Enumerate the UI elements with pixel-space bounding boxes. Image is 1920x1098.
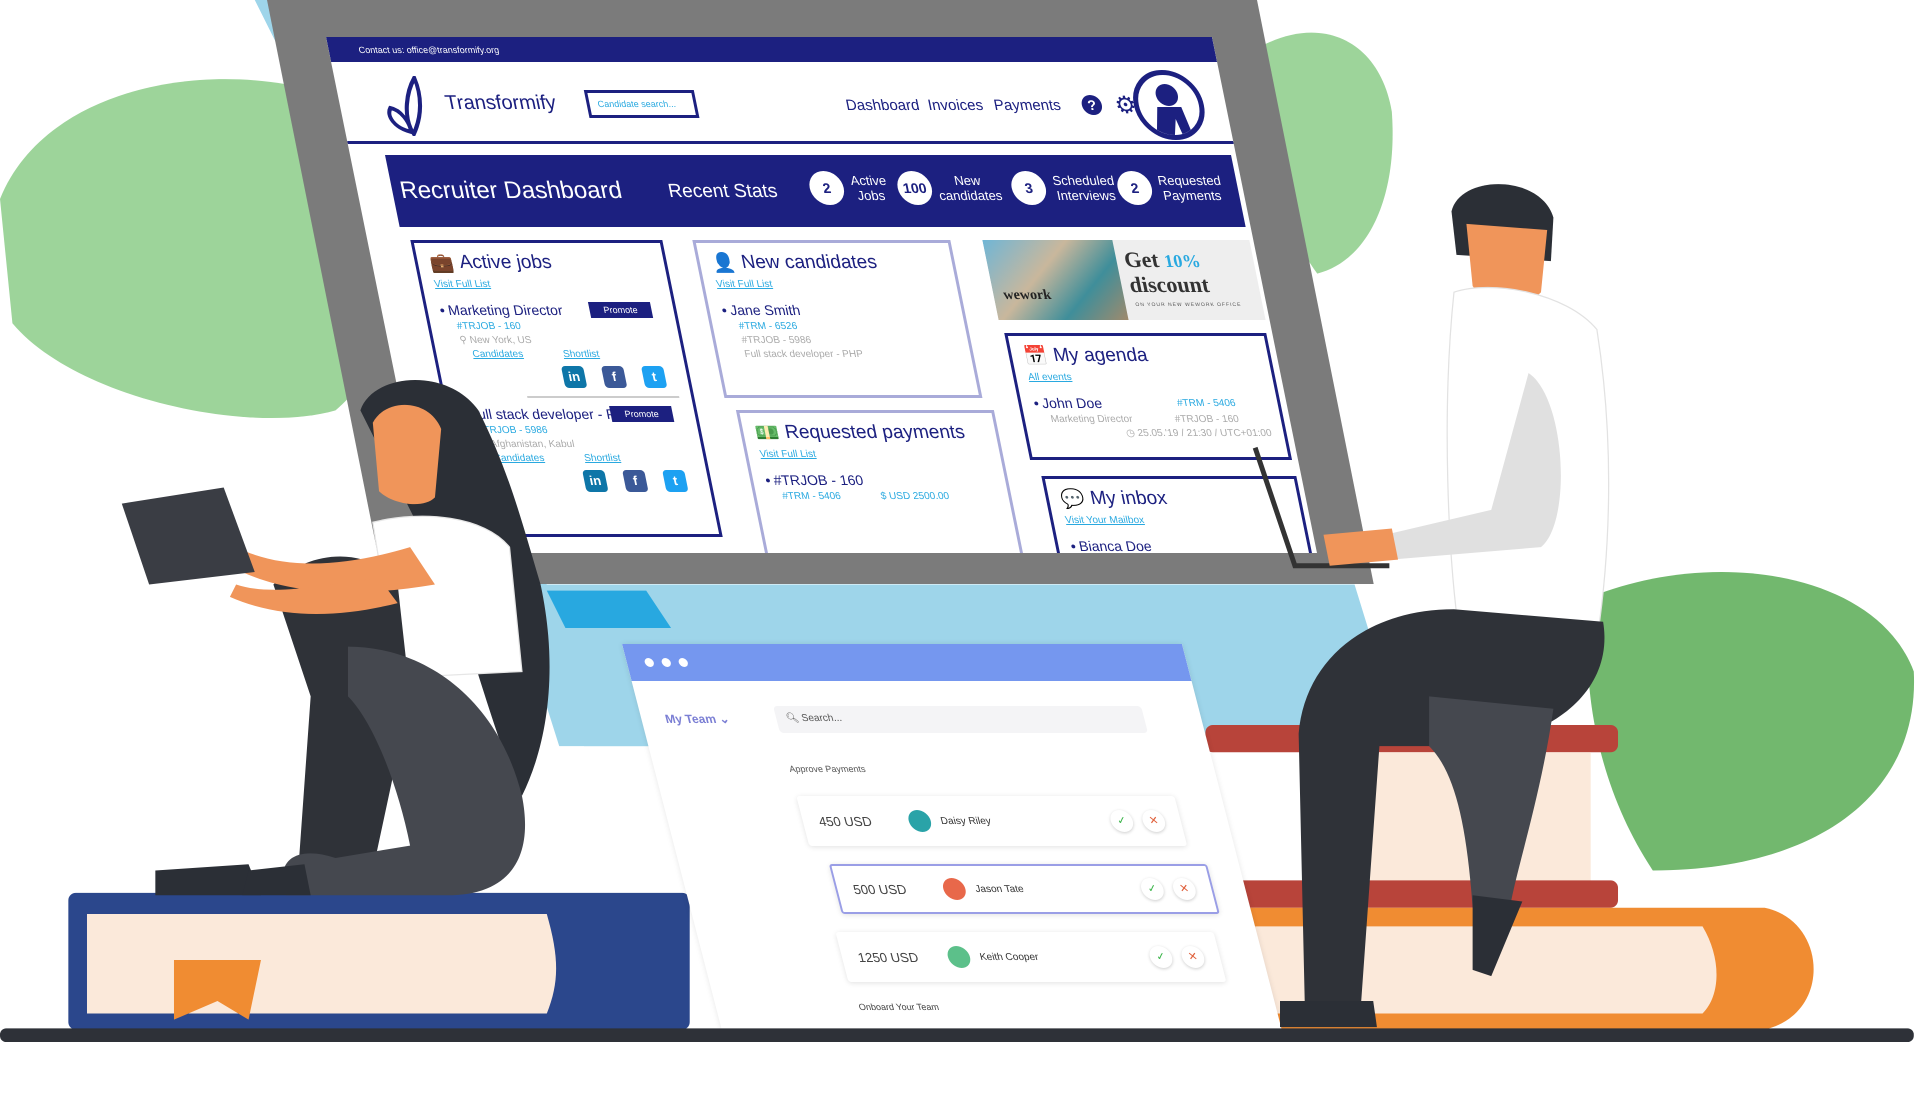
ground-line — [0, 1028, 1914, 1043]
woman-figure — [121, 379, 550, 896]
foreground-illustration — [0, 184, 1914, 1043]
man-figure — [1252, 184, 1610, 1028]
